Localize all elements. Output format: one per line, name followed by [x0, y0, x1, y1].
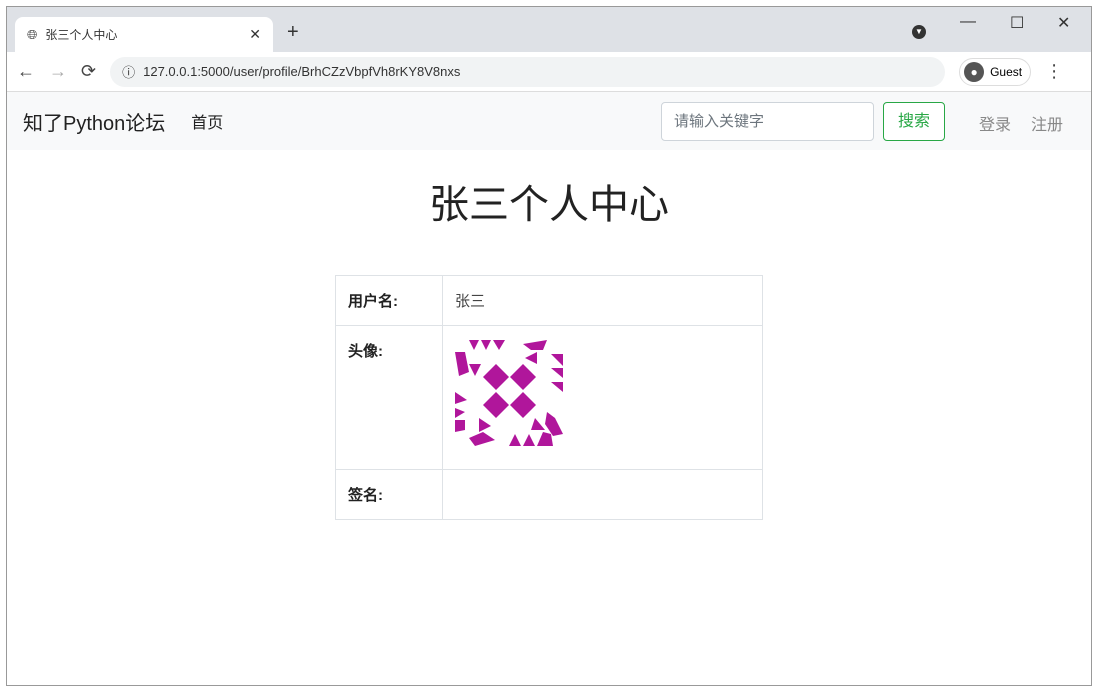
close-window-icon[interactable]: ✕ [1057, 13, 1070, 33]
menu-icon[interactable]: ⋮ [1045, 61, 1063, 82]
browser-tab[interactable]: 🌐︎ 张三个人中心 ✕ [15, 17, 273, 52]
url-input[interactable]: ⓘ 127.0.0.1:5000/user/profile/BrhCZzVbpf… [110, 56, 946, 87]
table-row: 头像: [335, 325, 763, 470]
globe-icon: 🌐︎ [27, 26, 38, 42]
page-title: 张三个人中心 [429, 183, 669, 227]
forward-icon[interactable]: → [49, 61, 67, 82]
username-value: 张三 [442, 275, 763, 326]
browser-window: 🌐︎ 张三个人中心 ✕ + ▼ — ☐ ✕ ← → ⟳ ⓘ 127.0.0.1:… [6, 6, 1092, 686]
account-icon: ● [964, 61, 985, 82]
avatar [455, 340, 563, 446]
site-navbar: 知了Python论坛 首页 请输入关键字 搜索 登录 注册 [7, 92, 1091, 150]
maximize-icon[interactable]: ☐ [1010, 13, 1024, 33]
brand-link[interactable]: 知了Python论坛 [23, 107, 165, 136]
new-tab-icon[interactable]: + [287, 21, 299, 44]
signature-label: 签名: [335, 469, 443, 520]
address-bar-row: ← → ⟳ ⓘ 127.0.0.1:5000/user/profile/BrhC… [7, 52, 1091, 92]
signature-value [442, 469, 763, 520]
profile-button[interactable]: ● Guest [959, 57, 1032, 86]
table-row: 用户名: 张三 [335, 275, 763, 326]
search-input[interactable]: 请输入关键字 [661, 102, 874, 141]
url-text: 127.0.0.1:5000/user/profile/BrhCZzVbpfVh… [143, 64, 461, 79]
login-link[interactable]: 登录 [979, 111, 1011, 135]
nav-home-link[interactable]: 首页 [191, 109, 223, 133]
tab-bar: 🌐︎ 张三个人中心 ✕ + ▼ — ☐ ✕ [7, 7, 1091, 52]
info-icon[interactable]: ⓘ [122, 62, 135, 81]
table-row: 签名: [335, 469, 763, 520]
tab-search-icon[interactable]: ▼ [912, 25, 926, 39]
profile-table: 用户名: 张三 头像: 签名: [335, 275, 763, 520]
username-label: 用户名: [335, 275, 443, 326]
tab-title: 张三个人中心 [45, 28, 118, 42]
profile-label: Guest [990, 64, 1023, 79]
minimize-icon[interactable]: — [960, 13, 976, 31]
close-tab-icon[interactable]: ✕ [249, 26, 261, 43]
register-link[interactable]: 注册 [1031, 111, 1063, 135]
reload-icon[interactable]: ⟳ [81, 61, 96, 82]
search-button[interactable]: 搜索 [883, 102, 945, 141]
back-icon[interactable]: ← [17, 61, 35, 82]
avatar-label: 头像: [335, 325, 443, 470]
